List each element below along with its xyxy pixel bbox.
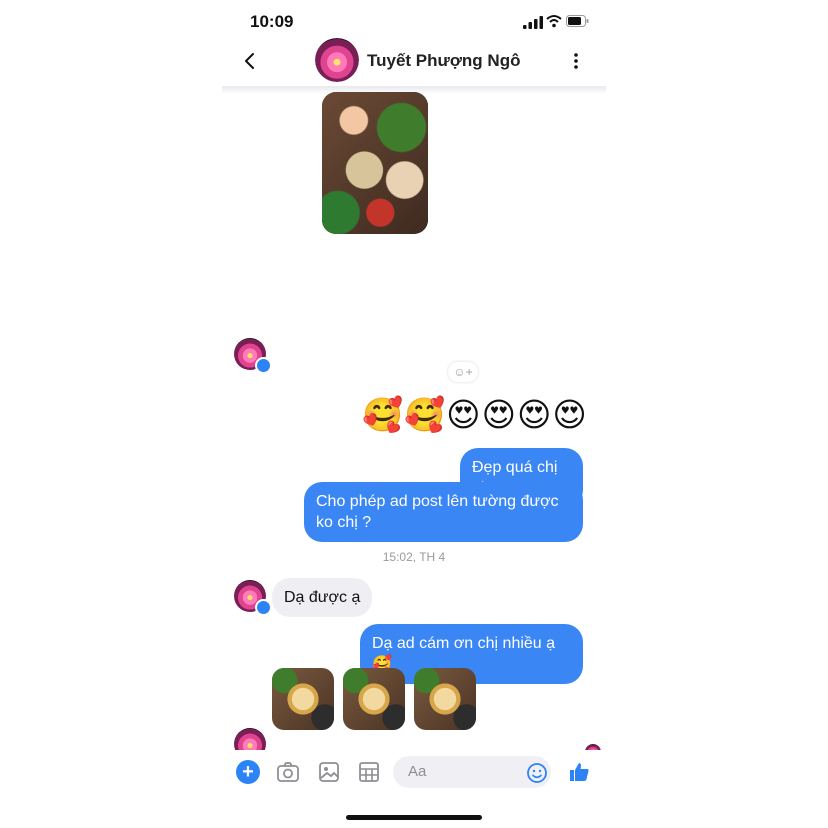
photo-thumbnail[interactable]: [414, 668, 476, 730]
more-icon[interactable]: [566, 50, 586, 72]
wifi-icon: [546, 15, 562, 28]
outgoing-message[interactable]: Cho phép ad post lên tường được ko chị ?: [304, 482, 583, 542]
shared-food-photo[interactable]: [322, 92, 428, 234]
photo-thumbnail[interactable]: [343, 668, 405, 730]
battery-icon: [566, 15, 589, 27]
emoji-icon[interactable]: [526, 762, 548, 784]
camera-icon[interactable]: [276, 761, 300, 783]
emoji-message: 🥰🥰😍😍😍😍: [362, 396, 588, 433]
back-icon[interactable]: [240, 50, 260, 72]
plus-icon[interactable]: +: [236, 760, 260, 784]
react-add-icon[interactable]: ☺+: [448, 362, 478, 382]
status-time: 10:09: [250, 12, 294, 31]
contact-avatar[interactable]: [315, 38, 359, 82]
message-input-placeholder: Aa: [408, 763, 427, 780]
sticker-icon[interactable]: [358, 761, 380, 783]
contact-avatar-small[interactable]: [234, 338, 272, 374]
like-icon[interactable]: [567, 760, 591, 784]
photo-thumbnail[interactable]: [272, 668, 334, 730]
signal-icon: [523, 16, 543, 29]
messenger-badge-icon: [255, 357, 272, 374]
contact-avatar-small[interactable]: [234, 728, 266, 750]
image-icon[interactable]: [318, 761, 340, 783]
contact-name[interactable]: Tuyết Phượng Ngô: [367, 51, 520, 71]
message-timestamp: 15:02, TH 4: [382, 550, 446, 564]
contact-avatar-small[interactable]: [234, 580, 272, 616]
home-indicator: [346, 815, 482, 820]
messenger-badge-icon: [255, 599, 272, 616]
incoming-message[interactable]: Dạ được ạ: [272, 578, 373, 617]
